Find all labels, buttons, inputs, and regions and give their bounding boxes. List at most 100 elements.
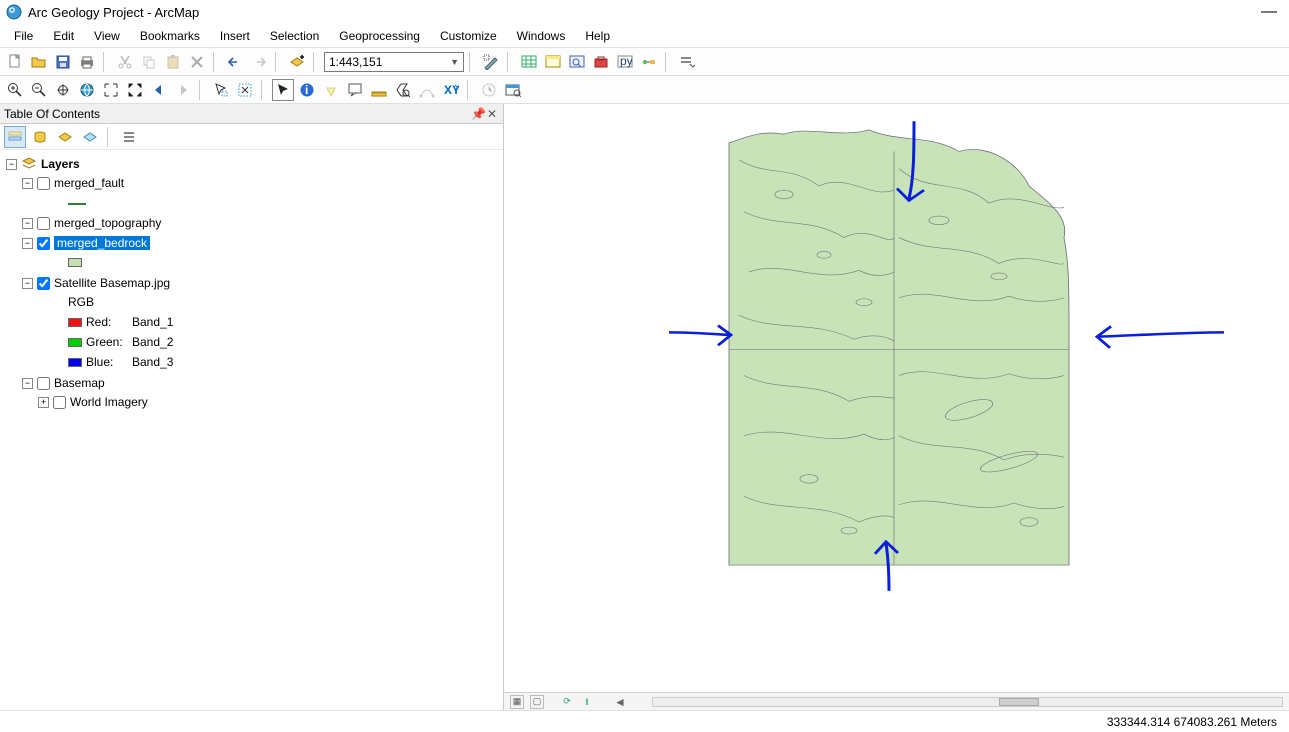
fixed-zoom-out-icon[interactable] bbox=[124, 79, 146, 101]
scroll-left-icon[interactable]: ◄ bbox=[614, 695, 626, 709]
layers-root-label[interactable]: Layers bbox=[41, 157, 80, 171]
pin-icon[interactable]: 📌 bbox=[471, 107, 485, 121]
menu-help[interactable]: Help bbox=[575, 25, 620, 47]
data-view-icon[interactable]: ▦ bbox=[510, 695, 524, 709]
list-by-source-icon[interactable] bbox=[29, 126, 51, 148]
forward-extent-icon[interactable] bbox=[172, 79, 194, 101]
fixed-zoom-in-icon[interactable] bbox=[100, 79, 122, 101]
html-popup-icon[interactable] bbox=[344, 79, 366, 101]
layer-checkbox[interactable] bbox=[37, 177, 50, 190]
delete-icon[interactable] bbox=[186, 51, 208, 73]
band-name: Band_1 bbox=[132, 315, 173, 329]
layer-checkbox[interactable] bbox=[53, 396, 66, 409]
layer-checkbox[interactable] bbox=[37, 277, 50, 290]
list-by-selection-icon[interactable] bbox=[79, 126, 101, 148]
cut-icon[interactable] bbox=[114, 51, 136, 73]
create-viewer-icon[interactable] bbox=[502, 79, 524, 101]
menu-insert[interactable]: Insert bbox=[210, 25, 260, 47]
layer-checkbox[interactable] bbox=[37, 217, 50, 230]
expander-icon[interactable]: − bbox=[22, 218, 33, 229]
expander-icon[interactable]: − bbox=[6, 159, 17, 170]
select-features-icon[interactable] bbox=[210, 79, 232, 101]
status-bar: 333344.314 674083.261 Meters bbox=[0, 710, 1289, 732]
menu-geoprocessing[interactable]: Geoprocessing bbox=[329, 25, 430, 47]
select-elements-icon[interactable] bbox=[272, 79, 294, 101]
layer-label[interactable]: Satellite Basemap.jpg bbox=[54, 276, 170, 290]
add-data-icon[interactable] bbox=[286, 51, 308, 73]
expander-icon[interactable]: − bbox=[22, 178, 33, 189]
measure-icon[interactable] bbox=[368, 79, 390, 101]
layer-label[interactable]: World Imagery bbox=[70, 395, 148, 409]
menu-file[interactable]: File bbox=[4, 25, 43, 47]
menu-bookmarks[interactable]: Bookmarks bbox=[130, 25, 210, 47]
layer-checkbox[interactable] bbox=[37, 377, 50, 390]
list-by-visibility-icon[interactable] bbox=[54, 126, 76, 148]
layout-view-icon[interactable]: ▢ bbox=[530, 695, 544, 709]
toc-panel: Table Of Contents 📌 ✕ − La bbox=[0, 104, 504, 710]
time-slider-icon[interactable] bbox=[478, 79, 500, 101]
clear-selection-icon[interactable] bbox=[234, 79, 256, 101]
table-window-icon[interactable] bbox=[518, 51, 540, 73]
find-icon[interactable] bbox=[392, 79, 414, 101]
layer-label[interactable]: Basemap bbox=[54, 376, 105, 390]
goto-xy-icon[interactable]: XY bbox=[440, 79, 462, 101]
python-window-icon[interactable]: py bbox=[614, 51, 636, 73]
expander-icon[interactable]: − bbox=[22, 278, 33, 289]
toc-tree[interactable]: − Layers − merged_fault bbox=[0, 150, 503, 710]
toolbox-window-icon[interactable] bbox=[590, 51, 612, 73]
refresh-icon[interactable]: ⟳ bbox=[560, 695, 574, 709]
title-bar: Arc Geology Project - ArcMap — bbox=[0, 0, 1289, 24]
band-name: Band_2 bbox=[132, 335, 173, 349]
list-by-drawing-icon[interactable] bbox=[4, 126, 26, 148]
redo-icon[interactable] bbox=[248, 51, 270, 73]
layer-label[interactable]: merged_bedrock bbox=[54, 236, 150, 250]
identify-icon[interactable]: i bbox=[296, 79, 318, 101]
print-icon[interactable] bbox=[76, 51, 98, 73]
line-symbol-swatch[interactable] bbox=[68, 203, 86, 205]
close-icon[interactable]: ✕ bbox=[485, 107, 499, 121]
menu-edit[interactable]: Edit bbox=[43, 25, 84, 47]
toc-title: Table Of Contents bbox=[4, 107, 100, 121]
undo-icon[interactable] bbox=[224, 51, 246, 73]
menu-windows[interactable]: Windows bbox=[507, 25, 576, 47]
catalog-window-icon[interactable] bbox=[542, 51, 564, 73]
layer-checkbox[interactable] bbox=[37, 237, 50, 250]
fill-symbol-swatch[interactable] bbox=[68, 258, 82, 267]
menu-view[interactable]: View bbox=[84, 25, 130, 47]
menu-selection[interactable]: Selection bbox=[260, 25, 329, 47]
horizontal-scrollbar[interactable] bbox=[652, 697, 1283, 707]
expander-icon[interactable]: − bbox=[22, 378, 33, 389]
layer-label[interactable]: merged_fault bbox=[54, 176, 124, 190]
pan-icon[interactable] bbox=[52, 79, 74, 101]
model-builder-icon[interactable] bbox=[638, 51, 660, 73]
menu-bar: File Edit View Bookmarks Insert Selectio… bbox=[0, 24, 1289, 48]
layer-label[interactable]: merged_topography bbox=[54, 216, 161, 230]
search-window-icon[interactable] bbox=[566, 51, 588, 73]
new-doc-icon[interactable] bbox=[4, 51, 26, 73]
editor-toolbar-icon[interactable] bbox=[480, 51, 502, 73]
copy-icon[interactable] bbox=[138, 51, 160, 73]
zoom-in-icon[interactable] bbox=[4, 79, 26, 101]
paste-icon[interactable] bbox=[162, 51, 184, 73]
toc-options-icon[interactable] bbox=[119, 126, 141, 148]
menu-customize[interactable]: Customize bbox=[430, 25, 507, 47]
full-extent-icon[interactable] bbox=[76, 79, 98, 101]
expander-icon[interactable]: + bbox=[38, 397, 49, 408]
cursor-coords: 333344.314 674083.261 Meters bbox=[1107, 715, 1277, 729]
toolbar-options-icon[interactable] bbox=[676, 51, 698, 73]
map-view[interactable]: ▦ ▢ ⟳ ‖ ◄ bbox=[504, 104, 1289, 710]
minimize-button[interactable]: — bbox=[1255, 3, 1283, 21]
map-content-svg bbox=[504, 104, 1289, 690]
map-canvas[interactable] bbox=[504, 104, 1289, 690]
save-icon[interactable] bbox=[52, 51, 74, 73]
tools-toolbar: i XY bbox=[0, 76, 1289, 104]
zoom-out-icon[interactable] bbox=[28, 79, 50, 101]
hyperlink-icon[interactable] bbox=[320, 79, 342, 101]
band-name: Band_3 bbox=[132, 355, 173, 369]
map-scale-combo[interactable]: 1:443,151 ▼ bbox=[324, 52, 464, 72]
find-route-icon[interactable] bbox=[416, 79, 438, 101]
pause-drawing-icon[interactable]: ‖ bbox=[580, 695, 594, 709]
back-extent-icon[interactable] bbox=[148, 79, 170, 101]
expander-icon[interactable]: − bbox=[22, 238, 33, 249]
open-icon[interactable] bbox=[28, 51, 50, 73]
